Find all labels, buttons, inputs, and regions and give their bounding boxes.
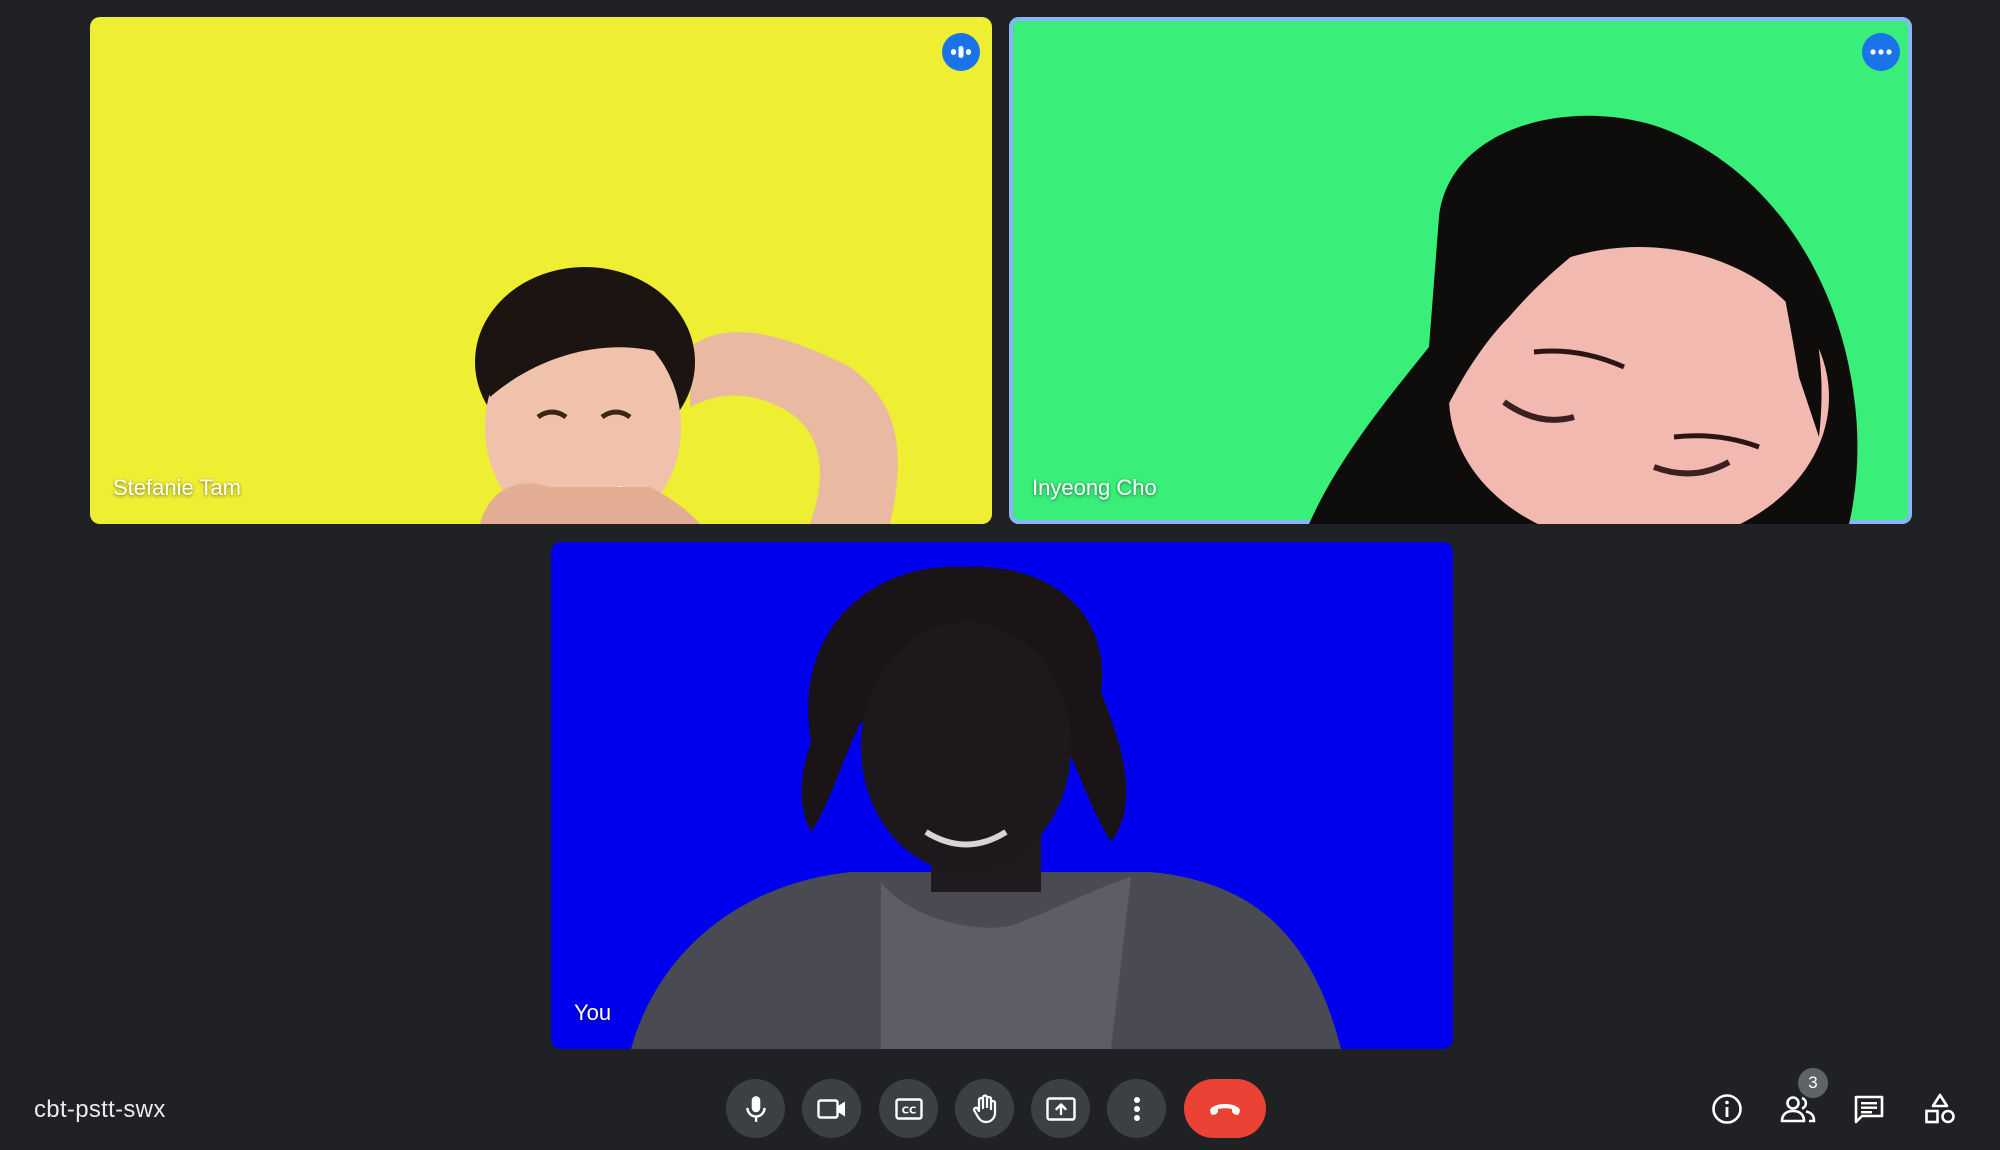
microphone-icon bbox=[745, 1095, 766, 1122]
present-screen-icon bbox=[1045, 1096, 1076, 1121]
participant-tile-stefanie-tam[interactable]: Stefanie Tam bbox=[90, 17, 992, 524]
camera-icon bbox=[816, 1098, 845, 1119]
audio-level-icon bbox=[942, 33, 980, 71]
people-icon bbox=[1780, 1096, 1816, 1123]
participant-tile-you[interactable]: You bbox=[551, 542, 1453, 1049]
captions-button[interactable]: CC bbox=[879, 1079, 938, 1138]
raise-hand-button[interactable] bbox=[955, 1079, 1014, 1138]
participant-count-badge: 3 bbox=[1798, 1068, 1828, 1098]
leave-call-button[interactable] bbox=[1184, 1079, 1266, 1138]
meeting-code: cbt-pstt-swx bbox=[34, 1096, 166, 1123]
activities-button[interactable] bbox=[1917, 1086, 1963, 1132]
raise-hand-icon bbox=[972, 1093, 996, 1123]
people-button[interactable]: 3 bbox=[1775, 1068, 1828, 1132]
microphone-button[interactable] bbox=[726, 1079, 785, 1138]
present-screen-button[interactable] bbox=[1031, 1079, 1090, 1138]
participant-name: You bbox=[574, 1000, 612, 1025]
activities-icon bbox=[1925, 1093, 1955, 1124]
participant-video-figure bbox=[475, 267, 898, 524]
participant-video-figure bbox=[1309, 115, 1858, 524]
chat-button[interactable] bbox=[1846, 1086, 1892, 1132]
participant-name: Inyeong Cho bbox=[1032, 475, 1157, 500]
participant-tile-inyeong-cho[interactable]: Inyeong Cho bbox=[1009, 17, 1912, 524]
svg-text:CC: CC bbox=[901, 1105, 916, 1116]
more-options-button[interactable] bbox=[1107, 1079, 1166, 1138]
end-call-icon bbox=[1210, 1103, 1240, 1115]
participant-name: Stefanie Tam bbox=[113, 475, 242, 500]
participant-video-figure bbox=[631, 566, 1341, 1049]
closed-captions-icon: CC bbox=[894, 1097, 923, 1120]
meeting-details-button[interactable] bbox=[1704, 1086, 1750, 1132]
info-icon bbox=[1712, 1094, 1742, 1124]
more-options-icon[interactable] bbox=[1862, 33, 1900, 71]
camera-button[interactable] bbox=[802, 1079, 861, 1138]
more-vert-icon bbox=[1133, 1096, 1140, 1121]
chat-icon bbox=[1854, 1095, 1884, 1124]
